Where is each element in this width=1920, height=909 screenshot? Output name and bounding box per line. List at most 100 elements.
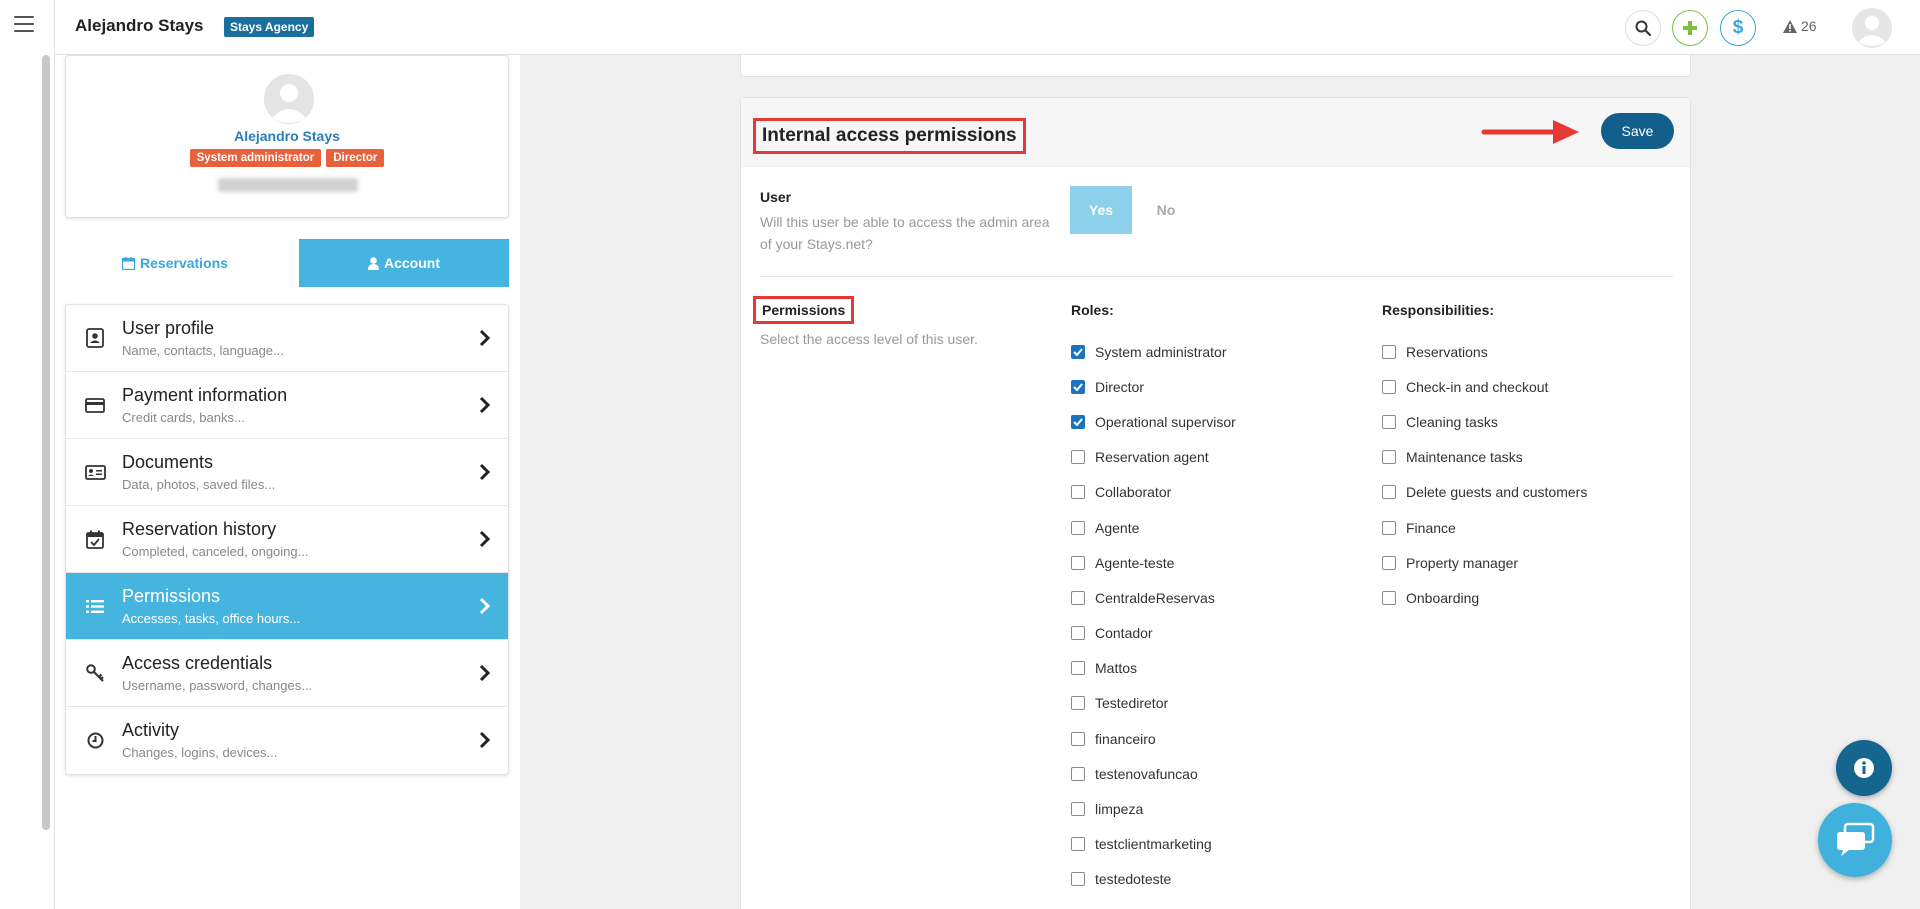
checkbox[interactable] — [1071, 590, 1085, 605]
alerts-indicator[interactable]: 26 — [1783, 18, 1817, 34]
permissions-description: Select the access level of this user. — [760, 331, 978, 347]
menu-subtitle: Changes, logins, devices... — [122, 745, 278, 760]
checkbox[interactable] — [1382, 485, 1396, 500]
role-checkbox-row[interactable]: Collaborator — [1071, 475, 1236, 510]
role-label: Reservation agent — [1095, 449, 1209, 466]
sidebar-item-activity[interactable]: Activity Changes, logins, devices... — [66, 707, 508, 774]
checkbox[interactable] — [1071, 520, 1085, 535]
role-label: testclientmarketing — [1095, 836, 1212, 853]
role-label: Collaborator — [1095, 484, 1172, 501]
role-checkbox-row[interactable]: Contador — [1071, 616, 1236, 651]
user-icon — [368, 256, 379, 270]
checkbox[interactable] — [1071, 555, 1085, 570]
checkbox[interactable] — [1071, 731, 1085, 746]
info-button[interactable] — [1836, 740, 1892, 796]
checkbox[interactable] — [1071, 872, 1085, 887]
save-button[interactable]: Save — [1601, 113, 1674, 149]
role-checkbox-row[interactable]: Agente — [1071, 510, 1236, 545]
user-avatar[interactable] — [1852, 8, 1892, 48]
checkbox[interactable] — [1382, 379, 1396, 394]
hamburger-menu-icon[interactable] — [14, 16, 34, 32]
menu-subtitle: Name, contacts, language... — [122, 343, 284, 358]
checkbox[interactable] — [1071, 802, 1085, 817]
tab-reservations-label: Reservations — [140, 255, 228, 271]
role-label: testenovafuncao — [1095, 765, 1198, 782]
role-checkbox-row[interactable]: testenovafuncao — [1071, 756, 1236, 791]
role-label: Operational supervisor — [1095, 413, 1236, 430]
avatar-icon — [1853, 9, 1891, 47]
sidebar-item-user-profile[interactable]: User profile Name, contacts, language... — [66, 305, 508, 372]
role-label: Agente-teste — [1095, 554, 1175, 571]
responsibility-checkbox-row[interactable]: Onboarding — [1382, 580, 1587, 615]
responsibility-checkbox-row[interactable]: Property manager — [1382, 545, 1587, 580]
role-checkbox-row[interactable]: Testediretor — [1071, 686, 1236, 721]
role-checkbox-row[interactable]: Operational supervisor — [1071, 404, 1236, 439]
profile-name: Alejandro Stays — [234, 128, 340, 144]
finance-button[interactable]: $ — [1720, 10, 1756, 46]
calendar-check-icon — [84, 528, 106, 550]
profile-avatar — [264, 74, 314, 124]
checkbox[interactable] — [1382, 555, 1396, 570]
key-icon — [84, 662, 106, 684]
chat-icon — [1837, 822, 1875, 856]
role-checkbox-row[interactable]: Agente-teste — [1071, 545, 1236, 580]
avatar-icon — [264, 74, 314, 124]
role-checkbox-row[interactable]: testedoteste — [1071, 862, 1236, 897]
checkbox[interactable] — [1382, 414, 1396, 429]
chevron-right-icon — [479, 664, 490, 682]
checkbox-checked[interactable] — [1071, 344, 1085, 359]
tab-account-label: Account — [384, 255, 440, 271]
responsibility-checkbox-row[interactable]: Maintenance tasks — [1382, 440, 1587, 475]
card-title: Internal access permissions — [753, 118, 1026, 154]
role-checkbox-row[interactable]: CentraldeReservas — [1071, 580, 1236, 615]
role-checkbox-row[interactable]: Reservation agent — [1071, 440, 1236, 475]
checkbox[interactable] — [1382, 344, 1396, 359]
role-checkbox-row[interactable]: Director — [1071, 369, 1236, 404]
checkbox[interactable] — [1071, 766, 1085, 781]
responsibility-checkbox-row[interactable]: Check-in and checkout — [1382, 369, 1587, 404]
responsibility-label: Delete guests and customers — [1406, 484, 1588, 501]
sidebar-item-payment[interactable]: Payment information Credit cards, banks.… — [66, 372, 508, 439]
checkbox[interactable] — [1382, 590, 1396, 605]
role-checkbox-row[interactable]: testclientmarketing — [1071, 827, 1236, 862]
no-toggle[interactable]: No — [1141, 186, 1191, 234]
role-checkbox-row[interactable]: System administrator — [1071, 334, 1236, 369]
responsibility-checkbox-row[interactable]: Finance — [1382, 510, 1587, 545]
role-label: Contador — [1095, 625, 1153, 642]
tab-reservations[interactable]: Reservations — [65, 239, 285, 287]
checkbox[interactable] — [1071, 485, 1085, 500]
menu-title: Documents — [122, 452, 214, 472]
chat-button[interactable] — [1818, 803, 1892, 877]
checkbox-checked[interactable] — [1071, 414, 1085, 429]
chevron-right-icon — [479, 731, 490, 749]
sidebar-item-permissions[interactable]: Permissions Accesses, tasks, office hour… — [66, 573, 508, 640]
left-rail — [0, 0, 55, 909]
checkbox[interactable] — [1071, 837, 1085, 852]
responsibilities-list: Reservations Check-in and checkout Cleanin… — [1382, 334, 1587, 616]
role-checkbox-row[interactable]: Mattos — [1071, 651, 1236, 686]
checkbox[interactable] — [1071, 661, 1085, 676]
sidebar-scrollbar[interactable] — [42, 55, 50, 830]
checkbox[interactable] — [1382, 450, 1396, 465]
responsibility-checkbox-row[interactable]: Reservations — [1382, 334, 1587, 369]
sidebar-item-reservation-history[interactable]: Reservation history Completed, canceled,… — [66, 506, 508, 573]
tab-account[interactable]: Account — [299, 239, 509, 287]
role-checkbox-row[interactable]: limpeza — [1071, 791, 1236, 826]
search-button[interactable] — [1625, 10, 1661, 46]
chevron-right-icon — [479, 329, 490, 347]
role-checkbox-row[interactable]: financeiro — [1071, 721, 1236, 756]
sidebar-item-documents[interactable]: Documents Data, photos, saved files... — [66, 439, 508, 506]
checkbox-checked[interactable] — [1071, 379, 1085, 394]
checkbox[interactable] — [1071, 450, 1085, 465]
profile-card: Alejandro Stays System administrator Dir… — [65, 55, 509, 218]
responsibility-label: Onboarding — [1406, 589, 1480, 606]
add-button[interactable] — [1672, 10, 1708, 46]
responsibility-checkbox-row[interactable]: Cleaning tasks — [1382, 404, 1587, 439]
role-label: testedoteste — [1095, 871, 1172, 888]
yes-toggle[interactable]: Yes — [1070, 186, 1132, 234]
responsibility-checkbox-row[interactable]: Delete guests and customers — [1382, 475, 1587, 510]
checkbox[interactable] — [1382, 520, 1396, 535]
sidebar-item-access-credentials[interactable]: Access credentials Username, password, c… — [66, 640, 508, 707]
checkbox[interactable] — [1071, 626, 1085, 641]
checkbox[interactable] — [1071, 696, 1085, 711]
